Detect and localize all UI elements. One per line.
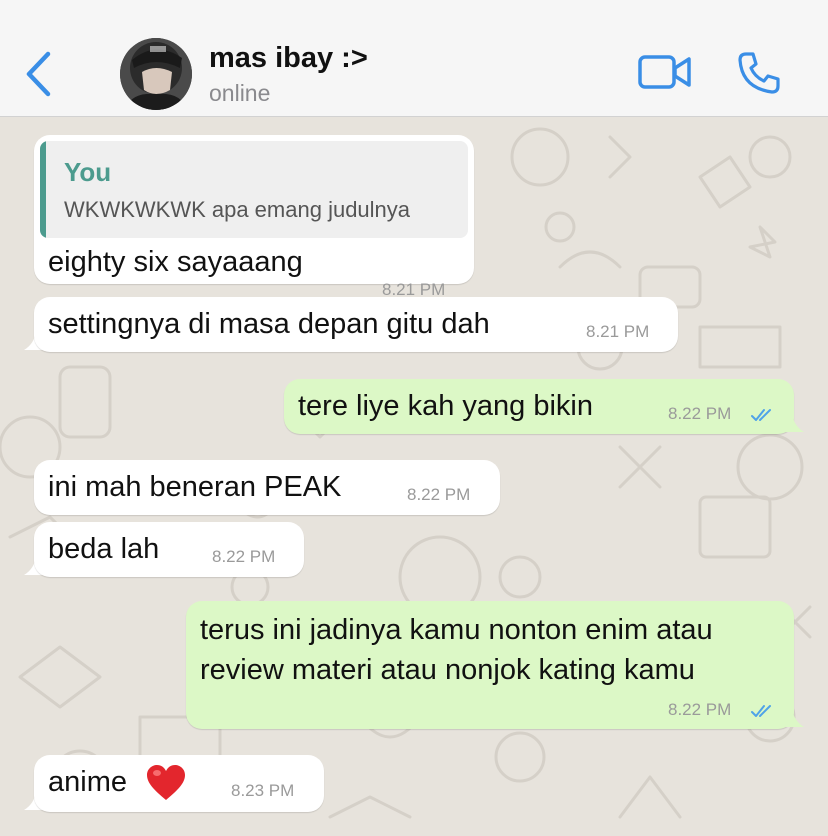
message-time: 8.22 PM: [407, 485, 471, 504]
message-bubble-outgoing[interactable]: tere liye kah yang bikin 8.22 PM: [284, 379, 794, 434]
double-check-icon: [751, 705, 771, 717]
chevron-left-icon: [26, 51, 51, 97]
message-text: tere liye kah yang bikin: [298, 390, 593, 422]
phone-icon: [738, 52, 780, 94]
chat-header: mas ibay :> online: [0, 0, 828, 117]
quoted-reply[interactable]: You WKWKWKWK apa emang judulnya: [40, 141, 468, 238]
message-time: 8.22 PM: [212, 547, 276, 566]
contact-name[interactable]: mas ibay :>: [209, 42, 368, 75]
message-bubble-incoming[interactable]: ini mah beneran PEAK 8.22 PM: [34, 460, 500, 515]
message-text: anime: [48, 766, 127, 798]
message-bubble-incoming[interactable]: You WKWKWKWK apa emang judulnya eighty s…: [34, 135, 474, 299]
message-text: beda lah: [48, 533, 160, 565]
video-call-button[interactable]: [638, 52, 692, 92]
quote-author: You: [64, 157, 112, 187]
chat-area[interactable]: You WKWKWKWK apa emang judulnya eighty s…: [0, 117, 828, 836]
message-bubble-incoming[interactable]: anime 8.23 PM: [34, 755, 324, 812]
double-check-icon: [751, 409, 771, 421]
bubble-tail: [784, 414, 804, 432]
message-text-line: terus ini jadinya kamu nonton enim atau: [200, 614, 713, 646]
video-camera-icon: [638, 55, 691, 89]
voice-call-button[interactable]: [736, 50, 782, 96]
message-text: settingnya di masa depan gitu dah: [48, 308, 490, 340]
avatar[interactable]: [120, 38, 192, 110]
message-time: 8.23 PM: [231, 781, 295, 800]
quote-text: WKWKWKWK apa emang judulnya: [64, 197, 411, 222]
message-time: 8.22 PM: [668, 700, 732, 719]
contact-status: online: [209, 80, 271, 106]
message-text-line: review materi atau nonjok kating kamu: [200, 654, 695, 686]
back-button[interactable]: [22, 50, 56, 98]
message-text: eighty six sayaaang: [48, 246, 303, 278]
quote-accent-bar: [40, 141, 46, 238]
message-bubble-incoming[interactable]: settingnya di masa depan gitu dah 8.21 P…: [34, 297, 678, 352]
message-bubble-incoming[interactable]: beda lah 8.22 PM: [34, 522, 304, 577]
avatar-photo: [120, 38, 192, 110]
red-heart-emoji: [147, 765, 185, 800]
message-text: ini mah beneran PEAK: [48, 471, 342, 503]
message-time: 8.22 PM: [668, 404, 732, 423]
bubble-tail: [784, 709, 804, 727]
message-bubble-outgoing[interactable]: terus ini jadinya kamu nonton enim atau …: [186, 601, 794, 729]
message-time: 8.21 PM: [586, 322, 650, 341]
